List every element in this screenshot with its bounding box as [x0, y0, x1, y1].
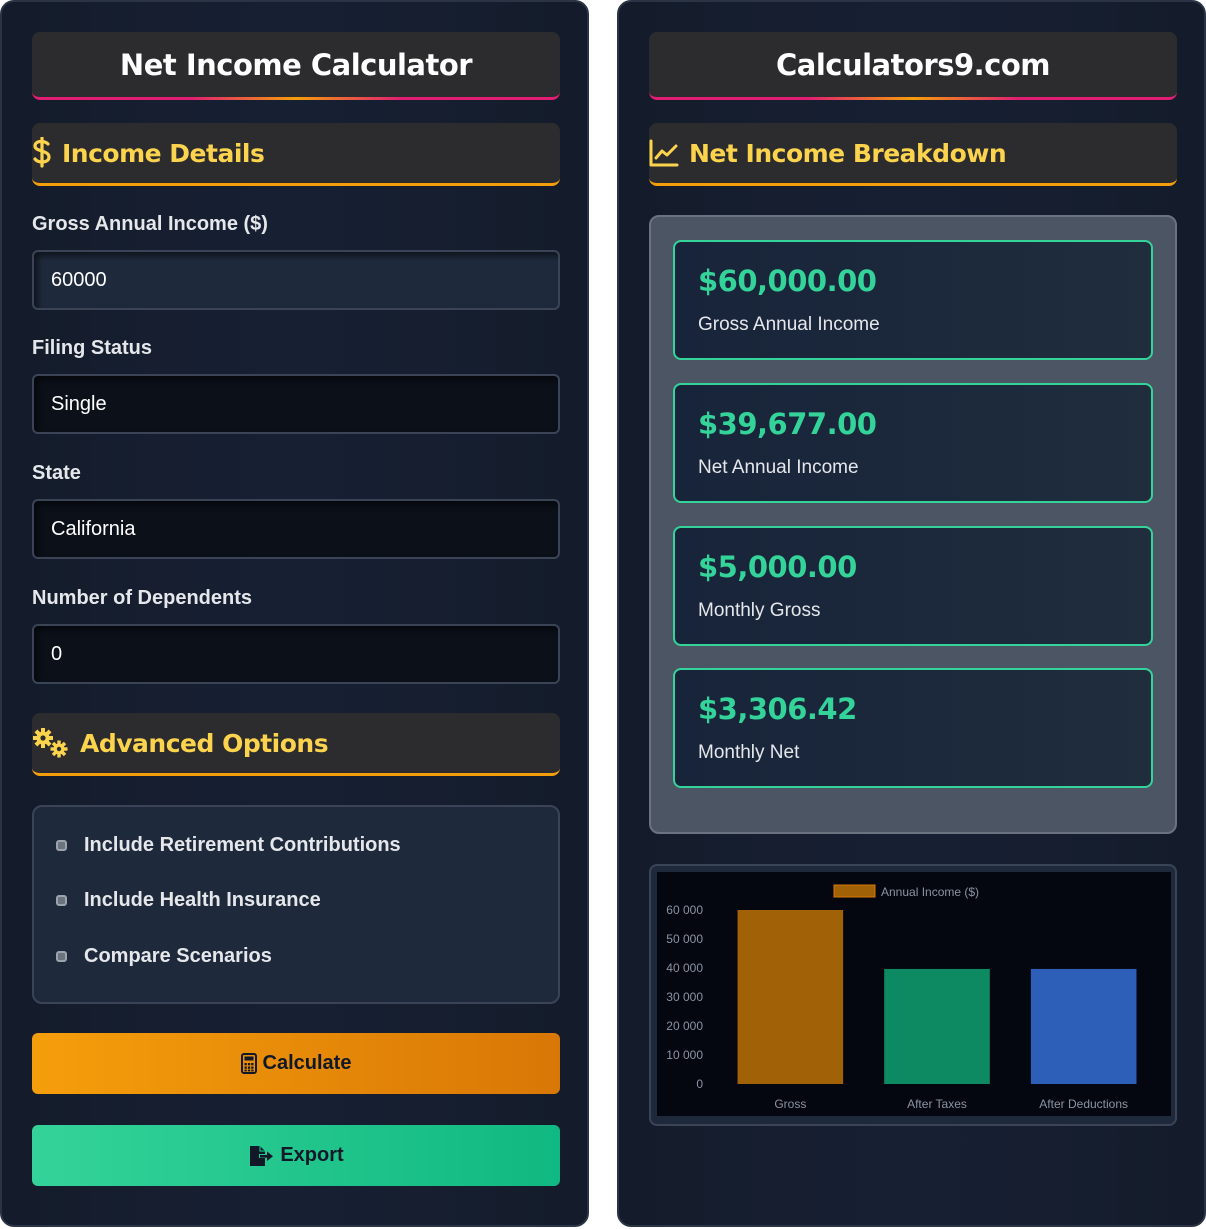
chart-bar	[884, 968, 990, 1084]
x-tick-label: Gross	[774, 1097, 806, 1111]
y-tick-label: 20 000	[666, 1019, 703, 1033]
result-card-gross-annual: $60,000.00 Gross Annual Income	[673, 240, 1153, 360]
net-annual-label: Net Annual Income	[698, 457, 859, 478]
dependents-value: 0	[51, 642, 63, 665]
gears-icon	[32, 727, 70, 759]
breakdown-label: Net Income Breakdown	[689, 138, 1007, 168]
y-tick-label: 50 000	[666, 932, 703, 946]
state-label: State	[32, 462, 81, 484]
y-tick-label: 0	[696, 1077, 703, 1091]
y-tick-label: 40 000	[666, 961, 703, 975]
state-select[interactable]: California	[32, 499, 560, 559]
result-card-net-annual: $39,677.00 Net Annual Income	[673, 383, 1153, 503]
health-insurance-checkbox[interactable]	[56, 895, 67, 906]
filing-status-value: Single	[51, 392, 107, 415]
net-annual-value: $39,677.00	[698, 407, 877, 441]
dollar-icon	[32, 137, 52, 169]
breakdown-header: Net Income Breakdown	[649, 123, 1177, 186]
option-retirement-label: Include Retirement Contributions	[84, 834, 401, 856]
option-compare-scenarios-label: Compare Scenarios	[84, 945, 272, 967]
compare-scenarios-checkbox[interactable]	[56, 951, 67, 962]
chart-bar	[1030, 968, 1137, 1084]
results-panel: Calculators9.com Net Income Breakdown $6…	[617, 0, 1206, 1227]
option-compare-scenarios[interactable]: Compare Scenarios	[56, 945, 272, 968]
dependents-input[interactable]: 0	[32, 624, 560, 684]
x-tick-label: After Deductions	[1039, 1097, 1128, 1111]
monthly-net-value: $3,306.42	[698, 692, 857, 726]
page-title: Net Income Calculator	[119, 47, 473, 82]
y-tick-label: 30 000	[666, 990, 703, 1004]
legend-label: Annual Income ($)	[881, 885, 979, 899]
income-bar-chart: 0 10 000 20 000 30 000 40 000 50 000 60 000 Gro…	[657, 872, 1171, 1116]
advanced-options-header: Advanced Options	[32, 713, 560, 776]
calculate-label: Calculate	[262, 1052, 352, 1074]
result-card-monthly-gross: $5,000.00 Monthly Gross	[673, 526, 1153, 646]
chart-bar	[737, 910, 844, 1084]
advanced-options-label: Advanced Options	[80, 728, 329, 758]
option-health-insurance-label: Include Health Insurance	[84, 889, 321, 911]
calculate-button[interactable]: Calculate	[32, 1033, 560, 1094]
dependents-label: Number of Dependents	[32, 587, 253, 609]
filing-status-select[interactable]: Single	[32, 374, 560, 434]
results-box: $60,000.00 Gross Annual Income $39,677.0…	[649, 215, 1177, 834]
income-details-label: Income Details	[62, 138, 265, 168]
gross-annual-label: Gross Annual Income	[698, 314, 880, 335]
filing-status-label: Filing Status	[32, 337, 152, 359]
advanced-options-box: Include Retirement Contributions Include…	[32, 805, 560, 1004]
gross-income-input[interactable]: 60000	[32, 250, 560, 310]
export-button[interactable]: Export	[32, 1125, 560, 1186]
option-health-insurance[interactable]: Include Health Insurance	[56, 889, 321, 912]
result-card-monthly-net: $3,306.42 Monthly Net	[673, 668, 1153, 788]
gross-annual-value: $60,000.00	[698, 264, 877, 298]
monthly-net-label: Monthly Net	[698, 742, 800, 763]
calculator-title-bar: Net Income Calculator	[32, 32, 560, 100]
legend-swatch	[833, 884, 876, 898]
gross-income-label: Gross Annual Income ($)	[32, 213, 268, 235]
retirement-checkbox[interactable]	[56, 840, 67, 851]
option-retirement[interactable]: Include Retirement Contributions	[56, 834, 401, 857]
site-title-bar: Calculators9.com	[649, 32, 1177, 100]
monthly-gross-value: $5,000.00	[698, 550, 857, 584]
y-tick-label: 10 000	[666, 1048, 703, 1062]
site-title: Calculators9.com	[775, 47, 1051, 82]
income-details-header: Income Details	[32, 123, 560, 186]
state-value: California	[51, 517, 136, 540]
file-export-icon	[248, 1145, 274, 1167]
gross-income-value: 60000	[51, 268, 107, 291]
monthly-gross-label: Monthly Gross	[698, 600, 821, 621]
x-tick-label: After Taxes	[907, 1097, 967, 1111]
export-label: Export	[280, 1144, 344, 1166]
calculator-icon	[240, 1053, 257, 1074]
line-chart-icon	[649, 139, 679, 167]
y-tick-label: 60 000	[666, 903, 703, 917]
calculator-panel: Net Income Calculator Income Details Gro…	[0, 0, 589, 1227]
income-chart-container: 0 10 000 20 000 30 000 40 000 50 000 60 000 Gro…	[649, 864, 1177, 1126]
